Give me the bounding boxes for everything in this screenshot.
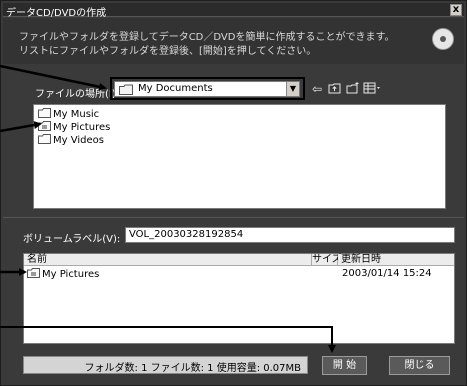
list-item[interactable]: My Music bbox=[38, 108, 99, 120]
disc-contents-list[interactable]: 名前 サイズ 更新日時 My Pictures 2003/01/14 15:24 bbox=[23, 253, 455, 344]
close-window-button[interactable]: x bbox=[450, 4, 462, 16]
location-value: My Documents bbox=[138, 83, 213, 94]
status-text: フォルダ数: 1 ファイル数: 1 使用容量: 0.07MB bbox=[84, 363, 301, 374]
volume-label-caption: ボリュームラベル(V): bbox=[23, 234, 121, 245]
chevron-down-icon[interactable]: ▼ bbox=[286, 82, 299, 96]
row-name: My Pictures bbox=[42, 269, 100, 280]
file-name: My Music bbox=[53, 109, 100, 120]
instruction-header: ファイルやフォルダを登録してデータCD／DVDを簡単に作成することができます。 … bbox=[3, 18, 464, 64]
folder-icon bbox=[38, 134, 51, 144]
folder-icon bbox=[38, 108, 51, 118]
file-name: My Pictures bbox=[53, 122, 111, 133]
column-header-name[interactable]: 名前 bbox=[24, 254, 312, 266]
row-date: 2003/01/14 15:24 bbox=[342, 268, 432, 279]
start-button[interactable]: 開 始 bbox=[322, 356, 367, 375]
location-label: ファイルの場所(I): bbox=[35, 89, 120, 100]
folder-icon bbox=[119, 84, 133, 95]
volume-label-input[interactable]: VOL_20030328192854 bbox=[125, 227, 455, 243]
data-cd-dvd-dialog: データCD/DVDの作成 x ファイルやフォルダを登録してデータCD／DVDを簡… bbox=[0, 0, 467, 386]
table-row[interactable]: My Pictures bbox=[27, 268, 99, 280]
close-button[interactable]: 閉じる bbox=[389, 356, 450, 375]
location-combobox[interactable]: My Documents ▼ bbox=[114, 81, 300, 97]
section-divider bbox=[3, 217, 464, 218]
column-header-size[interactable]: サイズ bbox=[312, 254, 342, 266]
instruction-line-2: リストにファイルやフォルダを登録後、[開始]を押してください。 bbox=[19, 46, 317, 57]
source-file-list[interactable]: My Music My Pictures My Videos bbox=[33, 104, 446, 209]
new-folder-icon[interactable] bbox=[345, 81, 361, 97]
back-icon[interactable]: ⇦ bbox=[309, 81, 325, 97]
pictures-folder-icon bbox=[27, 268, 40, 278]
list-item[interactable]: My Pictures bbox=[38, 121, 110, 133]
window-title: データCD/DVDの作成 bbox=[6, 8, 107, 19]
pictures-folder-icon bbox=[38, 121, 51, 131]
list-item[interactable]: My Videos bbox=[38, 134, 104, 146]
up-folder-icon[interactable] bbox=[327, 81, 343, 97]
status-bar: フォルダ数: 1 ファイル数: 1 使用容量: 0.07MB bbox=[23, 356, 308, 374]
view-menu-icon[interactable] bbox=[363, 81, 380, 97]
instruction-line-1: ファイルやフォルダを登録してデータCD／DVDを簡単に作成することができます。 bbox=[19, 32, 395, 43]
column-header-date[interactable]: 更新日時 bbox=[338, 254, 454, 266]
title-bar: データCD/DVDの作成 x bbox=[3, 3, 464, 19]
cd-icon bbox=[432, 28, 454, 50]
file-name: My Videos bbox=[53, 135, 104, 146]
